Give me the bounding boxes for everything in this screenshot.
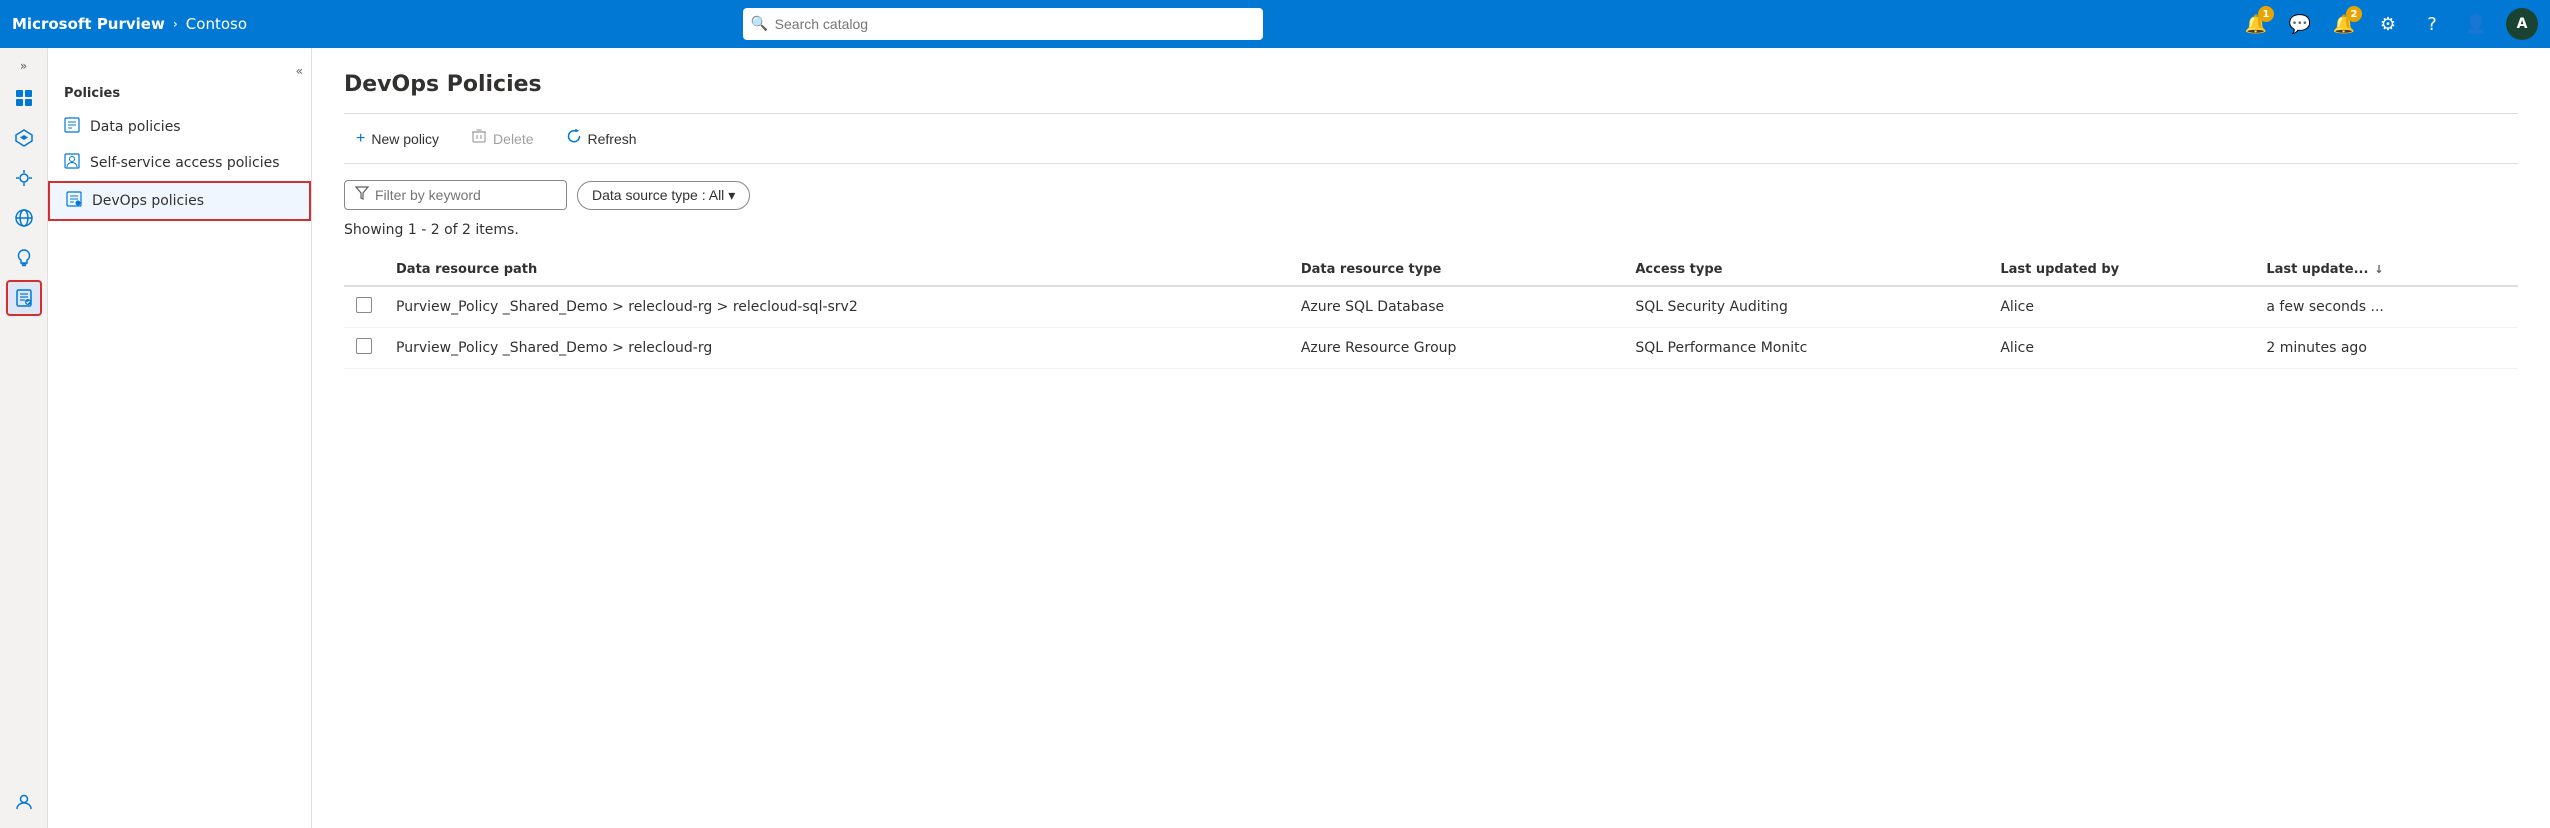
brand-name: Microsoft Purview bbox=[12, 15, 165, 33]
th-access-label: Access type bbox=[1635, 262, 1722, 277]
person-button[interactable]: 👤 bbox=[2462, 10, 2490, 38]
table-row: Purview_Policy _Shared_Demo > relecloud-… bbox=[344, 328, 2518, 369]
th-updated-at[interactable]: Last update... ↓ bbox=[2254, 254, 2518, 286]
sidebar-item-self-service[interactable]: Self-service access policies bbox=[48, 145, 311, 181]
alerts-button[interactable]: 🔔 2 bbox=[2330, 10, 2358, 38]
devops-policies-label: DevOps policies bbox=[92, 193, 204, 209]
filter-input-container[interactable] bbox=[344, 180, 567, 210]
topbar-actions: 🔔 1 💬 🔔 2 ⚙ ? 👤 A bbox=[2242, 8, 2538, 40]
data-policies-icon bbox=[64, 117, 80, 137]
gear-icon: ⚙ bbox=[2380, 14, 2396, 35]
delete-label: Delete bbox=[493, 131, 533, 147]
main-layout: » « Policies Data bbox=[0, 48, 2550, 828]
refresh-button[interactable]: Refresh bbox=[554, 122, 649, 155]
brand: Microsoft Purview › Contoso bbox=[12, 15, 247, 33]
plus-icon: + bbox=[356, 130, 365, 148]
sidebar: « Policies Data policies Self-service ac… bbox=[48, 48, 312, 828]
icon-rail: » bbox=[0, 48, 48, 828]
rail-policy[interactable] bbox=[6, 280, 42, 316]
tenant-name: Contoso bbox=[186, 15, 247, 33]
search-icon: 🔍 bbox=[751, 16, 768, 32]
th-updated-by-label: Last updated by bbox=[2000, 262, 2119, 277]
filter-keyword-input[interactable] bbox=[375, 187, 556, 203]
th-checkbox bbox=[344, 254, 384, 286]
delete-button[interactable]: Delete bbox=[459, 122, 545, 155]
cell-type: Azure Resource Group bbox=[1289, 328, 1624, 369]
cell-updated-at: 2 minutes ago bbox=[2254, 328, 2518, 369]
notifications-badge: 1 bbox=[2258, 6, 2274, 22]
datasource-filter-button[interactable]: Data source type : All ▾ bbox=[577, 181, 750, 210]
cell-type: Azure SQL Database bbox=[1289, 286, 1624, 328]
th-updated-by: Last updated by bbox=[1988, 254, 2254, 286]
rail-expand-button[interactable]: » bbox=[6, 56, 42, 76]
th-access: Access type bbox=[1623, 254, 1988, 286]
cell-path: Purview_Policy _Shared_Demo > relecloud-… bbox=[384, 286, 1289, 328]
toolbar: + New policy Delete Refresh bbox=[344, 113, 2518, 164]
th-updated-at-label: Last update... bbox=[2266, 262, 2368, 277]
sidebar-collapse: « bbox=[48, 60, 311, 82]
cell-access: SQL Performance Monitc bbox=[1623, 328, 1988, 369]
rail-lightbulb[interactable] bbox=[6, 240, 42, 276]
collapse-button[interactable]: « bbox=[296, 64, 303, 78]
refresh-icon bbox=[566, 128, 582, 149]
th-path-label: Data resource path bbox=[396, 262, 537, 277]
delete-icon bbox=[471, 128, 487, 149]
self-service-icon bbox=[64, 153, 80, 173]
row-checkbox[interactable] bbox=[356, 297, 372, 313]
data-table: Data resource path Data resource type Ac… bbox=[344, 254, 2518, 369]
person-icon: 👤 bbox=[2465, 14, 2487, 35]
row-checkbox[interactable] bbox=[356, 338, 372, 354]
feedback-icon: 💬 bbox=[2289, 14, 2311, 35]
filter-icon bbox=[355, 186, 369, 204]
results-count: Showing 1 - 2 of 2 items. bbox=[344, 222, 2518, 238]
search-input[interactable] bbox=[743, 8, 1263, 40]
th-type-label: Data resource type bbox=[1301, 262, 1442, 277]
help-button[interactable]: ? bbox=[2418, 10, 2446, 38]
cell-updated-by: Alice bbox=[1988, 328, 2254, 369]
th-type: Data resource type bbox=[1289, 254, 1624, 286]
cell-updated-at: a few seconds ... bbox=[2254, 286, 2518, 328]
devops-icon bbox=[66, 191, 82, 211]
row-checkbox-cell bbox=[344, 328, 384, 369]
alerts-badge: 2 bbox=[2346, 6, 2362, 22]
table-row: Purview_Policy _Shared_Demo > relecloud-… bbox=[344, 286, 2518, 328]
table-header-row: Data resource path Data resource type Ac… bbox=[344, 254, 2518, 286]
page-title: DevOps Policies bbox=[344, 72, 2518, 97]
th-path: Data resource path bbox=[384, 254, 1289, 286]
cell-path: Purview_Policy _Shared_Demo > relecloud-… bbox=[384, 328, 1289, 369]
filter-row: Data source type : All ▾ bbox=[344, 180, 2518, 210]
row-checkbox-cell bbox=[344, 286, 384, 328]
search-bar: 🔍 bbox=[743, 8, 1263, 40]
datasource-filter-label: Data source type : All bbox=[592, 187, 724, 203]
new-policy-button[interactable]: + New policy bbox=[344, 124, 451, 154]
cell-updated-by: Alice bbox=[1988, 286, 2254, 328]
datasource-chevron-icon: ▾ bbox=[728, 187, 735, 204]
rail-datamap[interactable] bbox=[6, 200, 42, 236]
new-policy-label: New policy bbox=[371, 131, 439, 147]
sort-desc-icon: ↓ bbox=[2374, 263, 2383, 276]
refresh-label: Refresh bbox=[588, 131, 637, 147]
topbar: Microsoft Purview › Contoso 🔍 🔔 1 💬 🔔 2 … bbox=[0, 0, 2550, 48]
data-policies-label: Data policies bbox=[90, 119, 181, 135]
feedback-button[interactable]: 💬 bbox=[2286, 10, 2314, 38]
help-icon: ? bbox=[2427, 14, 2437, 35]
cell-access: SQL Security Auditing bbox=[1623, 286, 1988, 328]
rail-home[interactable] bbox=[6, 80, 42, 116]
sidebar-item-data-policies[interactable]: Data policies bbox=[48, 109, 311, 145]
avatar[interactable]: A bbox=[2506, 8, 2538, 40]
sidebar-item-devops-policies[interactable]: DevOps policies bbox=[48, 181, 311, 221]
settings-button[interactable]: ⚙ bbox=[2374, 10, 2402, 38]
brand-chevron: › bbox=[173, 17, 178, 31]
self-service-label: Self-service access policies bbox=[90, 155, 280, 171]
rail-insights[interactable] bbox=[6, 160, 42, 196]
notifications-button[interactable]: 🔔 1 bbox=[2242, 10, 2270, 38]
rail-account[interactable] bbox=[6, 784, 42, 820]
main-content: DevOps Policies + New policy Delete Refr… bbox=[312, 48, 2550, 828]
rail-catalog[interactable] bbox=[6, 120, 42, 156]
sidebar-section-title: Policies bbox=[48, 82, 311, 109]
